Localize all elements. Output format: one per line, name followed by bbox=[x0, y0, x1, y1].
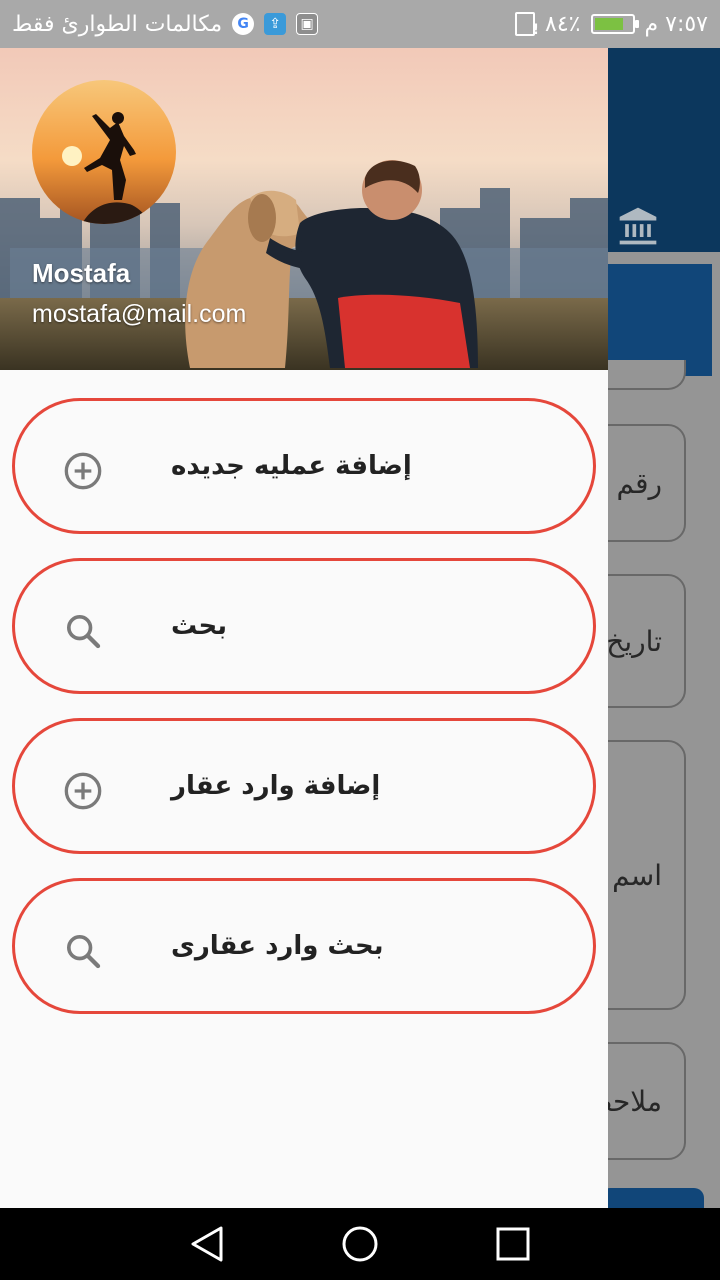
user-email: mostafa@mail.com bbox=[32, 300, 247, 328]
usb-icon: ⇪ bbox=[264, 13, 287, 35]
back-icon bbox=[191, 1226, 223, 1262]
menu-item-label: إضافة عمليه جديده bbox=[171, 451, 412, 481]
recents-icon bbox=[496, 1227, 530, 1261]
navigation-drawer: Mostafa mostafa@mail.com إضافة عمليه جدي… bbox=[0, 48, 608, 1208]
menu-item-search-property[interactable]: بحث وارد عقارى bbox=[12, 878, 596, 1014]
battery-percent: ٨٤٪ bbox=[545, 11, 581, 37]
back-button[interactable] bbox=[185, 1222, 229, 1266]
status-bar: مكالمات الطوارئ فقط G ⇪ ▣ ٨٤٪ ٧:٥٧ م bbox=[0, 0, 720, 48]
menu-item-search[interactable]: بحث bbox=[12, 558, 596, 694]
add-circle-icon bbox=[64, 772, 102, 810]
avatar-image bbox=[32, 80, 176, 224]
google-icon: G bbox=[232, 13, 255, 35]
battery-charging-icon bbox=[590, 14, 639, 34]
menu-item-add-operation[interactable]: إضافة عمليه جديده bbox=[12, 398, 596, 534]
search-icon bbox=[67, 935, 101, 969]
status-bar-right: ٨٤٪ ٧:٥٧ م bbox=[515, 11, 709, 38]
image-icon: ▣ bbox=[296, 13, 319, 35]
carrier-text: مكالمات الطوارئ فقط bbox=[12, 11, 223, 37]
status-bar-left: مكالمات الطوارئ فقط G ⇪ ▣ bbox=[12, 11, 319, 37]
menu-item-add-property[interactable]: إضافة وارد عقار bbox=[12, 718, 596, 854]
clock: ٧:٥٧ م bbox=[644, 11, 709, 37]
system-navigation-bar bbox=[0, 1208, 720, 1280]
avatar[interactable] bbox=[32, 80, 176, 224]
sim-alert-icon bbox=[515, 12, 539, 38]
menu-item-label: بحث وارد عقارى bbox=[171, 931, 384, 961]
search-icon bbox=[67, 615, 101, 649]
home-button[interactable] bbox=[338, 1222, 382, 1266]
menu-item-label: إضافة وارد عقار bbox=[171, 771, 381, 801]
menu-item-label: بحث bbox=[171, 611, 228, 641]
user-name: Mostafa bbox=[32, 258, 131, 288]
recents-button[interactable] bbox=[491, 1222, 535, 1266]
battery-fill bbox=[594, 18, 624, 30]
drawer-header: Mostafa mostafa@mail.com bbox=[0, 48, 608, 370]
home-icon bbox=[342, 1226, 378, 1262]
add-circle-icon bbox=[64, 452, 102, 490]
